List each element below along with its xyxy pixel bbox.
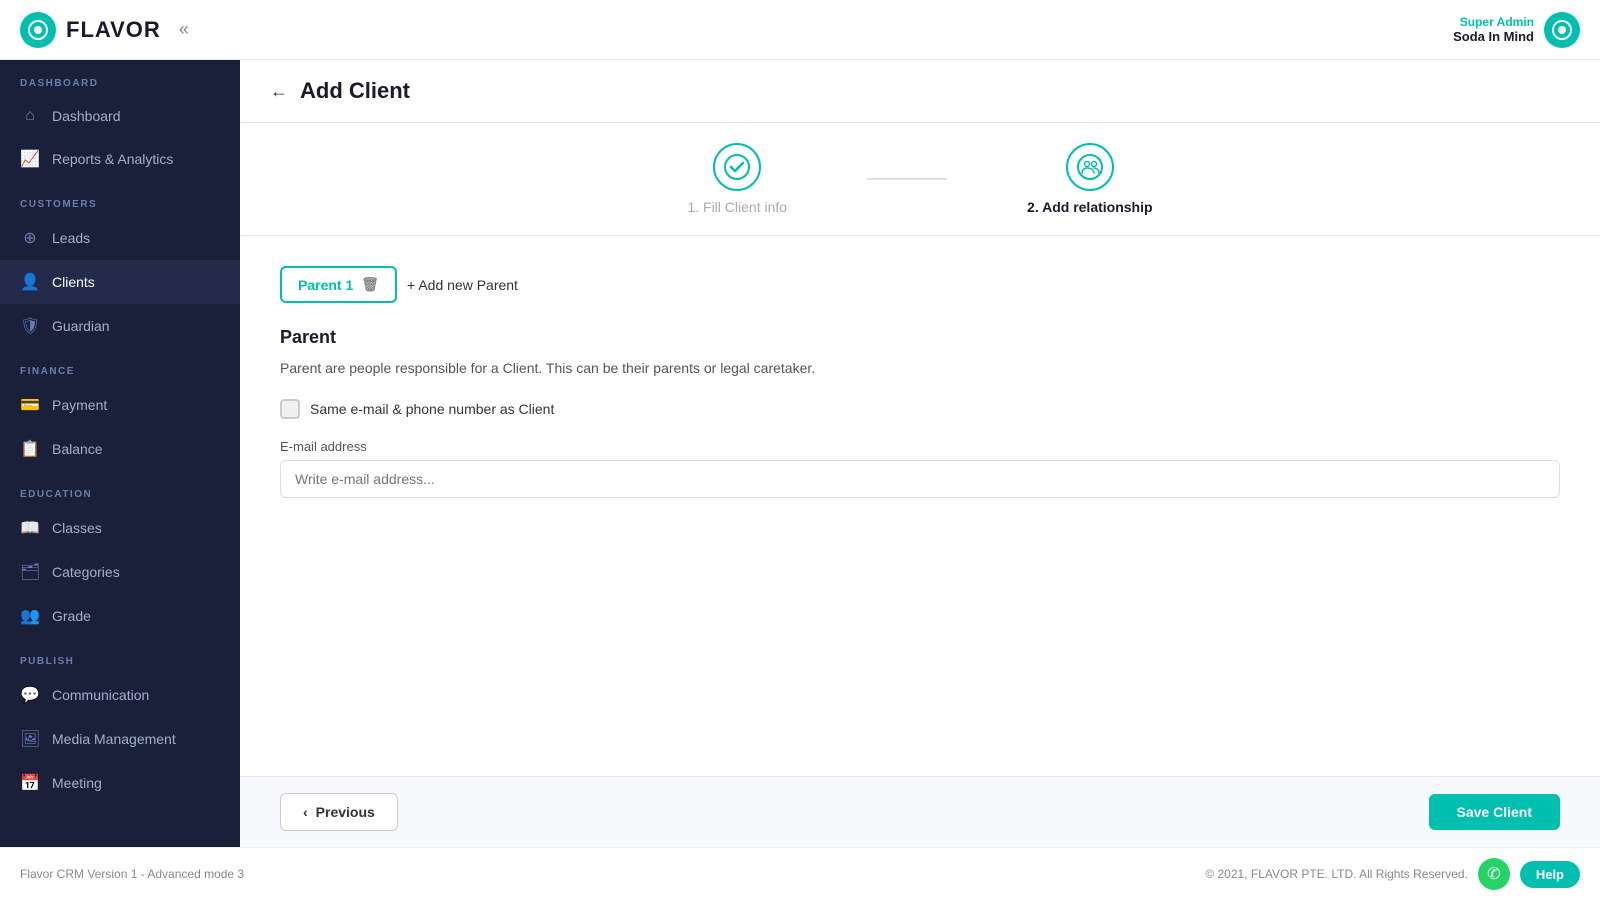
sidebar-item-reports[interactable]: 📈 Reports & Analytics [0,137,240,181]
categories-label: Categories [52,564,120,580]
help-button[interactable]: Help [1520,861,1580,888]
step-2: 2. Add relationship [1027,143,1153,215]
tab-label: Parent 1 [298,277,353,293]
sidebar-item-dashboard[interactable]: ⌂ Dashboard [0,95,240,137]
leads-label: Leads [52,230,90,246]
steps-bar: 1. Fill Client info 2. Add relationshi [240,123,1600,236]
sidebar-section-finance: FINANCE [0,348,240,383]
clients-icon: 👤 [20,272,40,292]
section-heading: Parent [280,327,1560,348]
footer-right: © 2021, FLAVOR PTE. LTD. All Rights Rese… [1205,858,1580,890]
grade-icon: 👥 [20,606,40,626]
add-parent-button[interactable]: + Add new Parent [407,277,518,293]
user-role: Super Admin [1453,15,1534,29]
reports-label: Reports & Analytics [52,151,173,167]
payment-icon: 💳 [20,395,40,415]
collapse-icon[interactable]: « [179,19,189,40]
page-title: Add Client [300,78,410,104]
balance-label: Balance [52,441,103,457]
sidebar-section-dashboard: DASHBOARD [0,60,240,95]
tab-bar: Parent 1 🗑 + Add new Parent [280,266,1560,303]
user-info: Super Admin Soda In Mind [1453,15,1534,44]
grade-label: Grade [52,608,91,624]
sidebar-item-meeting[interactable]: 📅 Meeting [0,761,240,805]
whatsapp-icon[interactable]: ✆ [1478,858,1510,890]
form-area: Parent 1 🗑 + Add new Parent Parent Paren… [240,236,1600,776]
previous-button[interactable]: ‹ Previous [280,793,398,831]
email-field-group: E-mail address [280,439,1560,498]
content-area: ← Add Client 1. Fill Client info [240,60,1600,847]
copyright-text: © 2021, FLAVOR PTE. LTD. All Rights Rese… [1205,867,1468,881]
sidebar-item-classes[interactable]: 📖 Classes [0,506,240,550]
parent-tab-1[interactable]: Parent 1 🗑 [280,266,397,303]
step-divider [867,178,947,180]
step-2-label: 2. Add relationship [1027,199,1153,215]
sidebar-item-clients[interactable]: 👤 Clients [0,260,240,304]
email-label: E-mail address [280,439,1560,454]
payment-label: Payment [52,397,107,413]
save-client-button[interactable]: Save Client [1429,794,1560,830]
meeting-label: Meeting [52,775,102,791]
back-button[interactable]: ← [270,81,288,102]
email-input[interactable] [280,460,1560,498]
balance-icon: 📋 [20,439,40,459]
sidebar-item-grade[interactable]: 👥 Grade [0,594,240,638]
media-label: Media Management [52,731,176,747]
checkbox-label: Same e-mail & phone number as Client [310,401,554,417]
sidebar-section-education: EDUCATION [0,471,240,506]
user-area: Super Admin Soda In Mind [1453,12,1580,48]
classes-label: Classes [52,520,102,536]
version-text: Flavor CRM Version 1 - Advanced mode 3 [20,867,244,881]
meeting-icon: 📅 [20,773,40,793]
clients-label: Clients [52,274,95,290]
logo-text: FLAVOR [66,17,161,43]
sidebar-item-guardian[interactable]: 🛡 Guardian [0,304,240,348]
same-contact-checkbox[interactable] [280,399,300,419]
communication-label: Communication [52,687,149,703]
step-2-icon [1066,143,1114,191]
section-desc: Parent are people responsible for a Clie… [280,358,1560,379]
sidebar-item-communication[interactable]: 💬 Communication [0,673,240,717]
user-name: Soda In Mind [1453,29,1534,44]
step-1-icon [713,143,761,191]
sidebar-item-media[interactable]: 🖼 Media Management [0,717,240,761]
dashboard-icon: ⌂ [20,107,40,125]
sidebar-item-balance[interactable]: 📋 Balance [0,427,240,471]
sidebar-item-categories[interactable]: 🗂 Categories [0,550,240,594]
sidebar-item-leads[interactable]: ⊕ Leads [0,216,240,260]
prev-label: Previous [316,804,375,820]
media-icon: 🖼 [20,729,40,749]
footer: Flavor CRM Version 1 - Advanced mode 3 ©… [0,847,1600,900]
page-header: ← Add Client [240,60,1600,123]
classes-icon: 📖 [20,518,40,538]
avatar [1544,12,1580,48]
sidebar-item-payment[interactable]: 💳 Payment [0,383,240,427]
sidebar: DASHBOARD ⌂ Dashboard 📈 Reports & Analytics C… [0,60,240,847]
logo-icon [20,12,56,48]
categories-icon: 🗂 [20,562,40,582]
leads-icon: ⊕ [20,228,40,248]
step-1-label: 1. Fill Client info [687,199,787,215]
sidebar-section-publish: PUBLISH [0,638,240,673]
guardian-label: Guardian [52,318,110,334]
step-1: 1. Fill Client info [687,143,787,215]
bottom-bar: ‹ Previous Save Client [240,776,1600,847]
delete-tab-icon[interactable]: 🗑 [361,276,379,293]
dashboard-label: Dashboard [52,108,121,124]
sidebar-section-customers: CUSTOMERS [0,181,240,216]
guardian-icon: 🛡 [20,316,40,336]
prev-arrow-icon: ‹ [303,804,308,820]
logo-area: FLAVOR « [20,12,189,48]
checkbox-row: Same e-mail & phone number as Client [280,399,1560,419]
top-header: FLAVOR « Super Admin Soda In Mind [0,0,1600,60]
reports-icon: 📈 [20,149,40,169]
communication-icon: 💬 [20,685,40,705]
